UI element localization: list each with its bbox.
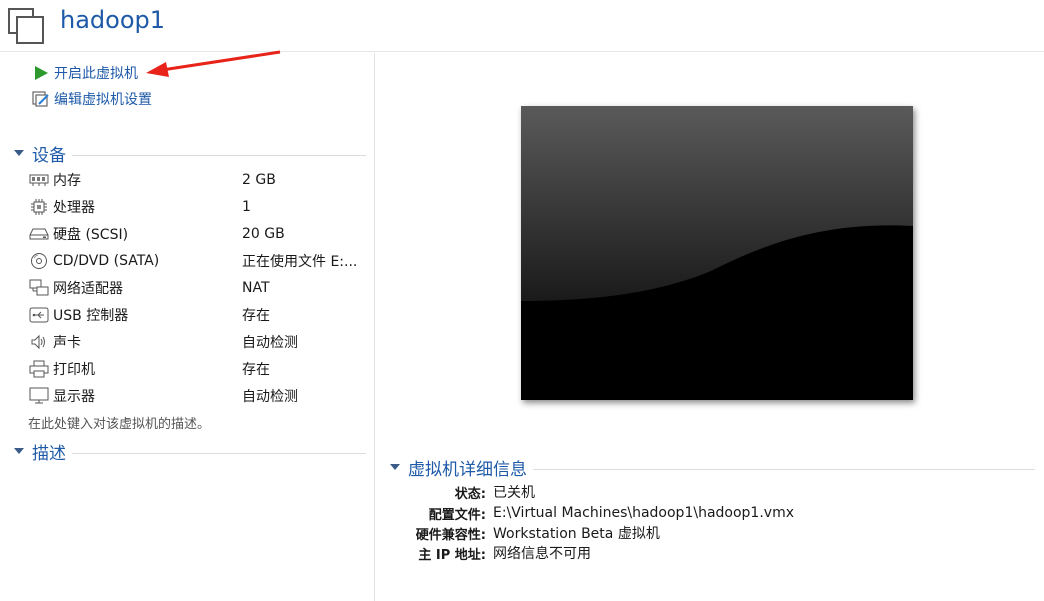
device-name: 内存 [53,173,81,189]
device-name: 打印机 [53,362,95,378]
device-row-hard-disk[interactable]: 硬盘 (SCSI) 20 GB [28,223,368,245]
device-name: 处理器 [53,200,95,216]
power-on-vm-button[interactable]: 开启此虚拟机 [32,62,138,84]
device-value: 20 GB [242,226,285,242]
device-name: 声卡 [53,335,81,351]
detail-value: 网络信息不可用 [493,546,591,562]
detail-value: Workstation Beta 虚拟机 [493,526,660,542]
device-value: 2 GB [242,172,276,188]
vm-title: hadoop1 [60,6,166,34]
description-input[interactable]: 在此处键入对该虚拟机的描述。 [28,413,210,432]
annotation-arrow-icon [146,50,281,77]
vm-preview-thumbnail[interactable] [521,106,913,400]
collapse-triangle-icon[interactable] [14,448,24,454]
section-divider [72,154,366,156]
devices-heading: 设备 [32,145,66,166]
device-row-memory[interactable]: 内存 2 GB [28,169,368,191]
vm-window-icon [8,8,44,44]
device-row-sound-card[interactable]: 声卡 自动检测 [28,331,368,353]
usb-icon [28,306,50,324]
collapse-triangle-icon[interactable] [390,464,400,470]
power-on-vm-label: 开启此虚拟机 [54,66,138,82]
edit-settings-icon [32,90,50,108]
preview-gloss-image [521,106,913,400]
detail-value: E:\Virtual Machines\hadoop1\hadoop1.vmx [493,505,794,521]
edit-vm-settings-button[interactable]: 编辑虚拟机设置 [32,88,152,110]
vm-details-section-header[interactable]: 虚拟机详细信息 [390,456,1035,480]
detail-key: 配置文件: [428,507,486,523]
device-row-printer[interactable]: 打印机 存在 [28,358,368,380]
devices-section-header[interactable]: 设备 [14,142,366,166]
device-name: CD/DVD (SATA) [53,253,160,269]
hard-disk-icon [28,225,50,243]
device-value: 正在使用文件 E:... [242,254,358,270]
device-value: 存在 [242,362,270,378]
vm-header: hadoop1 [0,0,1044,52]
detail-row-state: 状态: 已关机 [390,482,1030,502]
device-value: 自动检测 [242,389,298,405]
device-name: 网络适配器 [53,281,123,297]
device-row-processor[interactable]: 处理器 1 [28,196,368,218]
device-row-usb-controller[interactable]: USB 控制器 存在 [28,304,368,326]
sound-card-icon [28,333,50,351]
display-icon [28,387,50,405]
description-heading: 描述 [32,443,66,464]
detail-row-config-file: 配置文件: E:\Virtual Machines\hadoop1\hadoop… [390,503,1030,523]
detail-key: 主 IP 地址: [418,547,486,563]
detail-key: 硬件兼容性: [415,527,486,543]
vm-details-heading: 虚拟机详细信息 [408,459,527,480]
detail-value: 已关机 [493,485,535,501]
device-value: 自动检测 [242,335,298,351]
section-divider [72,452,366,454]
left-panel: 开启此虚拟机 编辑虚拟机设置 设备 内存 2 GB 处理器 1 硬盘 (SCSI… [0,50,375,601]
processor-icon [28,198,50,216]
device-value: 1 [242,199,251,215]
description-section-header[interactable]: 描述 [14,440,366,464]
network-adapter-icon [28,279,50,297]
printer-icon [28,360,50,378]
device-value: 存在 [242,308,270,324]
device-name: 显示器 [53,389,95,405]
cd-dvd-icon [28,252,50,270]
collapse-triangle-icon[interactable] [14,150,24,156]
device-row-network-adapter[interactable]: 网络适配器 NAT [28,277,368,299]
device-value: NAT [242,280,270,296]
section-divider [533,468,1035,470]
play-icon [32,64,50,82]
device-name: USB 控制器 [53,308,129,324]
device-name: 硬盘 (SCSI) [53,227,129,243]
edit-vm-settings-label: 编辑虚拟机设置 [54,92,152,108]
device-row-cd-dvd[interactable]: CD/DVD (SATA) 正在使用文件 E:... [28,250,368,272]
device-row-display[interactable]: 显示器 自动检测 [28,385,368,407]
memory-icon [28,171,50,189]
detail-row-ip-address: 主 IP 地址: 网络信息不可用 [390,543,1030,563]
detail-row-hardware-compat: 硬件兼容性: Workstation Beta 虚拟机 [390,523,1030,543]
detail-key: 状态: [454,486,486,502]
